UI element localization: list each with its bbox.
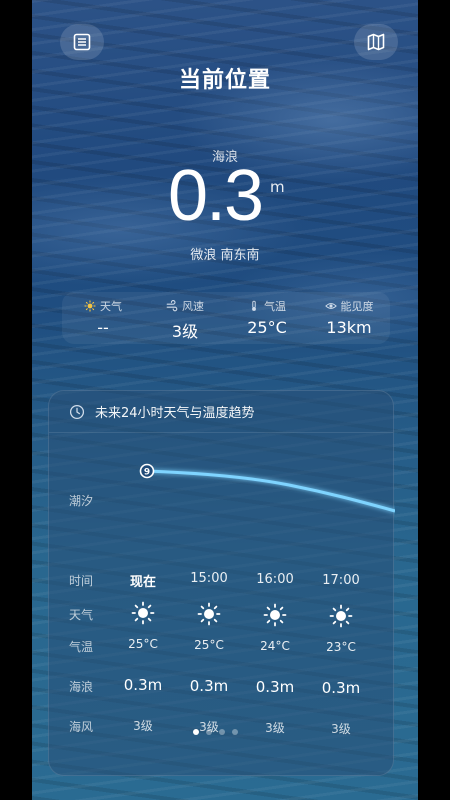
thermometer-icon [252,300,256,311]
stat-label: 能见度 [340,300,374,313]
map-button[interactable] [354,24,398,60]
row-label-wind: 海风 [69,720,94,734]
row-label-time: 时间 [69,574,94,588]
forecast-time: 15:00 [190,571,228,586]
tide-marker-label: 9 [144,468,150,478]
tide-curve [146,469,395,513]
row-label-temp: 气温 [69,640,94,654]
forecast-wind: 3级 [133,719,153,733]
stat-temperature: 气温 25°C [226,292,308,344]
sun-icon [197,602,221,626]
eye-icon [324,303,337,309]
sun-icon [329,604,353,628]
sun-icon [84,300,96,312]
forecast-wave: 0.3m [123,676,163,694]
weather-screen: 当前位置 海浪 0.3 m 微浪 南东南 天气 -- 风速 3级 气温 25°C… [32,0,418,800]
stat-label: 风速 [182,300,204,313]
forecast-time: 现在 [129,575,156,590]
stat-value: 25°C [247,318,287,337]
forecast-column-1600: 16:00 [245,572,305,587]
wind-icon [166,300,178,312]
forecast-card[interactable]: 未来24小时天气与温度趋势 9 潮汐 时间 天气 气温 海浪 海风 现在 15:… [48,390,395,776]
forecast-column-now: 现在 [113,571,173,590]
forecast-temp: 25°C [194,638,224,652]
stat-weather: 天气 -- [62,292,144,344]
page-dot[interactable] [206,729,212,735]
forecast-wind: 3级 [265,721,285,735]
row-label-weather: 天气 [69,608,94,622]
page-dot[interactable] [193,729,199,735]
tide-chart: 9 潮汐 [69,463,395,513]
page-title: 当前位置 [178,68,271,93]
map-icon [367,33,385,51]
stat-visibility: 能见度 13km [308,292,390,344]
forecast-time: 16:00 [256,572,294,587]
stat-wind-speed: 风速 3级 [144,292,226,344]
stat-label: 天气 [100,300,122,313]
forecast-wave: 0.3m [255,678,295,696]
page-dot[interactable] [219,729,225,735]
page-indicator[interactable] [193,729,238,735]
wave-description: 微浪 南东南 [190,248,260,263]
forecast-wave: 0.3m [321,679,361,697]
wave-height-unit: m [270,178,285,196]
conditions-panel: 天气 -- 风速 3级 气温 25°C 能见度 13km [62,292,390,344]
forecast-wave: 0.3m [189,677,229,695]
forecast-column-1500: 15:00 [179,571,239,586]
list-icon [73,33,91,51]
forecast-temp: 25°C [128,637,158,651]
stat-label: 气温 [264,300,286,313]
list-button[interactable] [60,24,104,60]
stat-value: -- [97,318,109,337]
row-label-wave: 海浪 [69,680,94,694]
forecast-time: 17:00 [322,573,360,588]
forecast-temp: 23°C [326,640,356,654]
tide-label: 潮汐 [69,493,93,508]
sun-icon [263,603,287,627]
forecast-temp: 24°C [260,639,290,653]
forecast-wind: 3级 [331,722,351,736]
stat-value: 3级 [171,322,199,341]
stat-value: 13km [326,318,372,337]
forecast-title: 未来24小时天气与温度趋势 [95,406,255,421]
wave-height-value: 0.3 [168,156,264,236]
forecast-header: 未来24小时天气与温度趋势 [49,391,393,433]
forecast-column-1700: 17:00 [311,573,371,588]
page-dot[interactable] [232,729,238,735]
clock-icon [69,404,85,419]
sun-icon [131,601,155,625]
